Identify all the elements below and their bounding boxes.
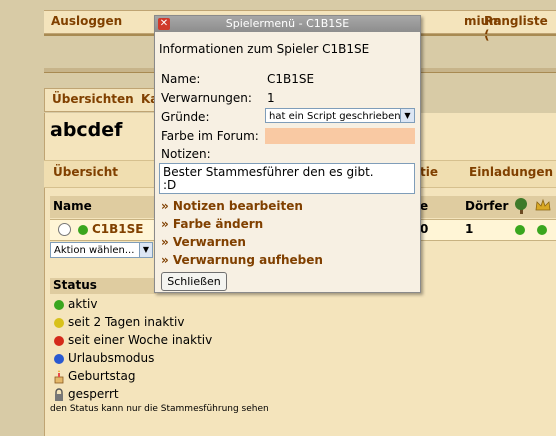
action-select-label: Aktion wählen... xyxy=(54,245,135,256)
chevron-down-icon[interactable]: ▼ xyxy=(400,109,414,122)
row-status-dot-2 xyxy=(537,225,547,235)
row-villages: 1 xyxy=(465,222,474,236)
close-icon[interactable]: ✕ xyxy=(158,18,170,30)
popup-titlebar[interactable]: Spielermenü - C1B1SE xyxy=(155,16,420,32)
notes-label: Notizen: xyxy=(161,147,211,161)
sub-nav: Übersichten Ka xyxy=(44,88,166,112)
status-note: den Status kann nur die Stammesführung s… xyxy=(50,404,269,414)
reasons-label: Gründe: xyxy=(161,110,210,124)
col-villages: Dörfer xyxy=(465,199,509,213)
player-name-link[interactable]: C1B1SE xyxy=(92,222,144,236)
birthday-icon xyxy=(53,370,65,384)
name-label: Name: xyxy=(161,72,201,86)
yellow-dot-icon xyxy=(54,318,64,328)
notes-box: Bester Stammesführer den es gibt. :D xyxy=(159,163,415,194)
blue-dot-icon xyxy=(54,354,64,364)
reasons-select[interactable]: hat ein Script geschrieben ▼ xyxy=(265,108,415,123)
forum-color-label: Farbe im Forum: xyxy=(161,129,259,143)
close-button[interactable]: Schließen xyxy=(161,272,227,291)
action-select[interactable]: Aktion wählen... ▼ xyxy=(50,242,153,258)
status-label: seit einer Woche inaktiv xyxy=(68,333,213,347)
change-color-link[interactable]: » Farbe ändern xyxy=(161,217,263,231)
col-e: e xyxy=(420,199,429,213)
green-dot-icon xyxy=(54,300,64,310)
notes-line: Bester Stammesführer den es gibt. xyxy=(163,165,374,179)
status-label: Urlaubsmodus xyxy=(68,351,155,365)
status-active-icon xyxy=(78,225,88,235)
tree-icon xyxy=(512,197,530,215)
status-header: Status xyxy=(50,278,156,294)
row-radio[interactable] xyxy=(58,223,71,236)
lock-icon xyxy=(53,388,65,402)
col-name: Name xyxy=(53,199,92,213)
edit-notes-link[interactable]: » Notizen bearbeiten xyxy=(161,199,303,213)
popup-heading: Informationen zum Spieler C1B1SE xyxy=(159,42,370,56)
warn-link[interactable]: » Verwarnen xyxy=(161,235,246,249)
tab-tie[interactable]: tie xyxy=(420,165,438,179)
name-value: C1B1SE xyxy=(267,72,315,86)
forum-color-field[interactable] xyxy=(265,128,415,144)
ranking-link[interactable]: Rangliste ( xyxy=(484,14,556,42)
tab-overview[interactable]: Übersicht xyxy=(53,165,118,179)
status-label: Geburtstag xyxy=(68,369,136,383)
row-status-dot-1 xyxy=(515,225,525,235)
chevron-down-icon[interactable]: ▼ xyxy=(139,243,152,257)
status-label: seit 2 Tagen inaktiv xyxy=(68,315,185,329)
reasons-selected: hat ein Script geschrieben xyxy=(269,111,401,122)
row-points: 0 xyxy=(420,222,429,236)
warnings-value: 1 xyxy=(267,91,275,105)
notes-line: :D xyxy=(163,178,177,192)
overviews-link[interactable]: Übersichten xyxy=(52,92,134,106)
tab-invites[interactable]: Einladungen xyxy=(469,165,553,179)
player-menu-popup: Spielermenü - C1B1SE ✕ Informationen zum… xyxy=(154,15,421,293)
status-label: aktiv xyxy=(68,297,98,311)
remove-warning-link[interactable]: » Verwarnung aufheben xyxy=(161,253,323,267)
logout-link[interactable]: Ausloggen xyxy=(51,14,122,28)
warnings-label: Verwarnungen: xyxy=(161,91,252,105)
red-dot-icon xyxy=(54,336,64,346)
crown-icon xyxy=(534,197,552,215)
status-label: gesperrt xyxy=(68,387,119,401)
page-title: abcdef xyxy=(50,119,123,141)
